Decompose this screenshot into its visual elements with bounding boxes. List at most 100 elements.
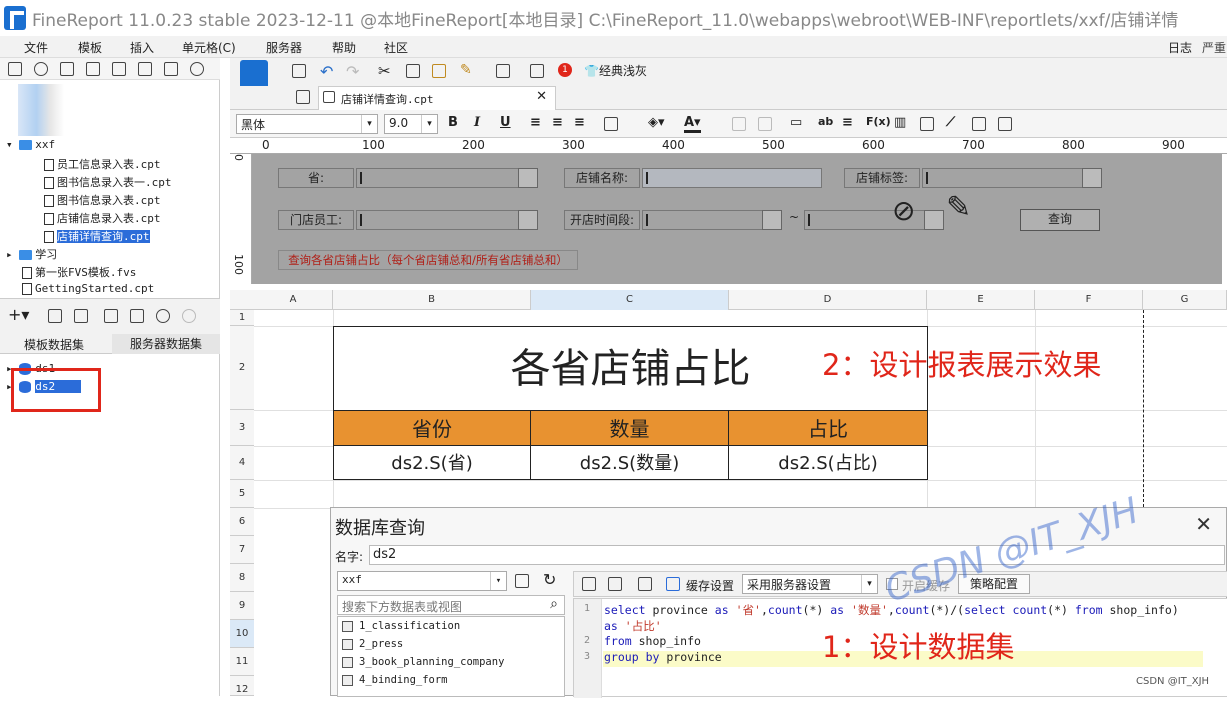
align-center-icon[interactable]: ≡ bbox=[552, 115, 563, 130]
insert-text-icon[interactable]: ▭ bbox=[790, 115, 802, 130]
add-icon[interactable]: +▾ bbox=[8, 305, 29, 324]
row-header[interactable]: 5 bbox=[230, 480, 254, 508]
align-right-icon[interactable]: ≡ bbox=[574, 115, 585, 130]
picker-icon[interactable] bbox=[518, 168, 538, 188]
end-date-input[interactable] bbox=[804, 210, 944, 230]
eye-off-icon[interactable]: ⊘ bbox=[892, 194, 915, 227]
calendar-icon[interactable] bbox=[762, 210, 782, 230]
server-setting-select[interactable]: 采用服务器设置 ▾ bbox=[742, 574, 878, 594]
cut-icon[interactable]: ✂ bbox=[378, 62, 391, 80]
data-province-cell[interactable]: ds2.S(省) bbox=[333, 445, 531, 480]
lock-icon[interactable] bbox=[164, 62, 178, 76]
data-count-cell[interactable]: ds2.S(数量) bbox=[530, 445, 729, 480]
query-button[interactable]: 查询 bbox=[1020, 209, 1100, 231]
chart-icon[interactable]: ▥ bbox=[894, 115, 906, 130]
connection-icon[interactable] bbox=[515, 574, 529, 588]
subreport-icon[interactable] bbox=[972, 117, 986, 131]
preview-icon[interactable] bbox=[582, 577, 596, 591]
data-ratio-cell[interactable]: ds2.S(占比) bbox=[728, 445, 928, 480]
header-ratio-cell[interactable]: 占比 bbox=[728, 410, 928, 446]
column-C[interactable]: C bbox=[531, 290, 729, 310]
more-icon[interactable] bbox=[998, 117, 1012, 131]
folder-xxf[interactable]: ▾ xxf bbox=[6, 138, 55, 151]
format-brush-icon[interactable]: ✎ bbox=[460, 62, 472, 78]
tree-file[interactable]: GettingStarted.cpt bbox=[22, 282, 154, 295]
table-item[interactable]: 4_binding_form bbox=[342, 674, 448, 686]
close-icon[interactable]: ✕ bbox=[1195, 512, 1212, 536]
copy-icon[interactable] bbox=[138, 62, 152, 76]
refresh-icon[interactable]: ↻ bbox=[543, 570, 556, 589]
undo-icon[interactable]: ↶ bbox=[320, 62, 333, 81]
row-header[interactable]: 7 bbox=[230, 536, 254, 564]
picker-icon[interactable] bbox=[1082, 168, 1102, 188]
header-province-cell[interactable]: 省份 bbox=[333, 410, 531, 446]
row-header[interactable]: 1 bbox=[230, 310, 254, 326]
refresh-icon[interactable] bbox=[34, 62, 48, 76]
preview-icon[interactable] bbox=[496, 64, 510, 78]
tree-file-selected[interactable]: 店铺详情查询.cpt bbox=[44, 228, 150, 244]
folder-study[interactable]: ▸ 学习 bbox=[6, 246, 57, 262]
column-A[interactable]: A bbox=[254, 290, 333, 310]
column-B[interactable]: B bbox=[333, 290, 531, 310]
bold-icon[interactable]: B bbox=[448, 115, 458, 130]
align-left-icon[interactable]: ≡ bbox=[530, 115, 541, 130]
calendar-icon[interactable] bbox=[924, 210, 944, 230]
edit-icon[interactable] bbox=[48, 309, 62, 323]
tree-file[interactable]: 图书信息录入表一.cpt bbox=[44, 174, 172, 190]
paste-icon[interactable] bbox=[432, 64, 446, 78]
menu-help[interactable]: 帮助 bbox=[332, 39, 356, 56]
header-count-cell[interactable]: 数量 bbox=[530, 410, 729, 446]
font-select[interactable]: 黑体 ▾ bbox=[236, 114, 378, 134]
zoom-icon[interactable] bbox=[530, 64, 544, 78]
search-icon[interactable]: ⌕ bbox=[550, 596, 558, 612]
column-D[interactable]: D bbox=[729, 290, 927, 310]
cache-icon[interactable] bbox=[666, 577, 680, 591]
column-E[interactable]: E bbox=[927, 290, 1035, 310]
menu-community[interactable]: 社区 bbox=[384, 39, 408, 56]
shop-name-input[interactable] bbox=[642, 168, 822, 188]
menu-log[interactable]: 日志 bbox=[1168, 39, 1192, 56]
border-icon[interactable] bbox=[604, 117, 618, 131]
notification-badge[interactable]: 1 bbox=[558, 63, 572, 77]
underline-icon[interactable]: U bbox=[500, 115, 511, 130]
tree-file[interactable]: 图书信息录入表.cpt bbox=[44, 192, 161, 208]
database-icon[interactable] bbox=[156, 309, 170, 323]
close-icon[interactable]: ✕ bbox=[536, 89, 547, 104]
tab-template-datasets[interactable]: 模板数据集 bbox=[24, 336, 84, 353]
column-F[interactable]: F bbox=[1035, 290, 1143, 310]
dataset-icon[interactable] bbox=[130, 309, 144, 323]
menu-file[interactable]: 文件 bbox=[24, 39, 48, 56]
table-item[interactable]: 3_book_planning_company bbox=[342, 656, 504, 668]
tab-server-datasets[interactable]: 服务器数据集 bbox=[112, 334, 220, 354]
new-folder-icon[interactable] bbox=[8, 62, 22, 76]
table-search-input[interactable]: 搜索下方数据表或视图 ⌕ bbox=[337, 595, 565, 615]
row-header[interactable]: 8 bbox=[230, 564, 254, 592]
table-item[interactable]: 1_classification bbox=[342, 620, 460, 632]
shop-tag-input[interactable] bbox=[922, 168, 1102, 188]
menu-server[interactable]: 服务器 bbox=[266, 39, 302, 56]
slash-icon[interactable]: ⟋ bbox=[946, 115, 955, 130]
preview-icon[interactable] bbox=[104, 309, 118, 323]
fill-color-icon[interactable]: ◈▾ bbox=[648, 115, 665, 130]
delete-icon[interactable] bbox=[74, 309, 88, 323]
font-size-select[interactable]: 9.0 ▾ bbox=[384, 114, 438, 134]
sql-icon[interactable] bbox=[638, 577, 652, 591]
row-header[interactable]: 12 bbox=[230, 676, 254, 696]
staff-input[interactable] bbox=[356, 210, 538, 230]
image-icon[interactable] bbox=[920, 117, 934, 131]
formula-icon[interactable]: F(x) bbox=[866, 115, 891, 128]
row-header[interactable]: 10 bbox=[230, 620, 254, 648]
font-color-icon[interactable]: A▾ bbox=[684, 115, 701, 133]
row-header[interactable]: 4 bbox=[230, 446, 254, 480]
menu-insert[interactable]: 插入 bbox=[130, 39, 154, 56]
province-input[interactable] bbox=[356, 168, 538, 188]
row-header[interactable]: 2 bbox=[230, 326, 254, 410]
menu-cell[interactable]: 单元格(C) bbox=[182, 39, 236, 56]
cache-settings-label[interactable]: 缓存设置 bbox=[686, 577, 734, 594]
pencil-icon[interactable]: ✎ bbox=[946, 190, 971, 225]
redo-icon[interactable]: ↷ bbox=[346, 62, 359, 81]
column-G[interactable]: G bbox=[1143, 290, 1227, 310]
text-icon[interactable]: ab bbox=[818, 115, 833, 128]
menu-severity[interactable]: 严重 bbox=[1202, 39, 1226, 56]
grid-icon[interactable] bbox=[296, 90, 310, 104]
